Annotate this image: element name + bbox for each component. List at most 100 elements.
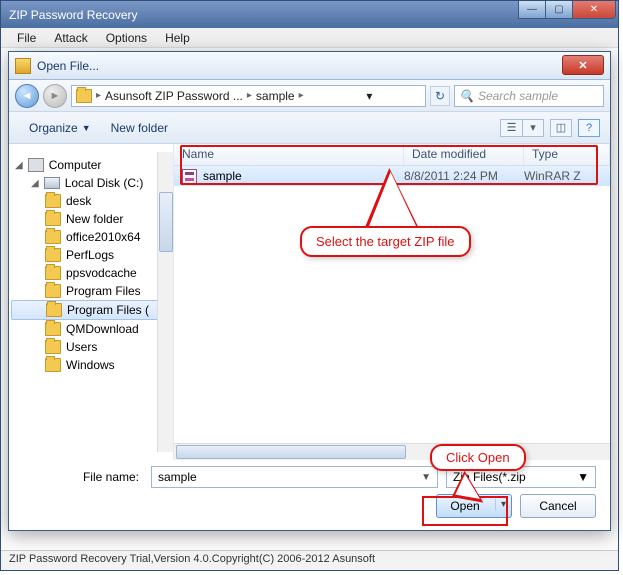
tree-computer[interactable]: ◢ Computer: [11, 156, 171, 174]
tree-label: Local Disk (C:): [65, 176, 144, 190]
filter-label: Zip Files(*.zip: [453, 470, 526, 484]
file-list[interactable]: Name Date modified Type sample 8/8/2011 2…: [174, 144, 610, 460]
folder-icon: [76, 89, 92, 103]
nav-forward-button[interactable]: ►: [43, 84, 67, 108]
open-label: Open: [450, 499, 479, 513]
breadcrumb[interactable]: ▸ Asunsoft ZIP Password ... ▸ sample ▸ ▾: [71, 85, 426, 107]
tree-expand-icon[interactable]: ◢: [31, 178, 39, 189]
folder-icon: [46, 303, 62, 317]
tree-label: Program Files: [66, 284, 141, 298]
refresh-button[interactable]: ↻: [430, 86, 450, 106]
chevron-down-icon: ▼: [82, 123, 91, 133]
dialog-title: Open File...: [37, 59, 99, 73]
chevron-down-icon: ▾: [522, 119, 544, 137]
tree-folder[interactable]: desk: [11, 192, 171, 210]
filename-input[interactable]: sample ▼: [151, 466, 438, 488]
organize-button[interactable]: Organize ▼: [19, 117, 101, 139]
dialog-toolbar: Organize ▼ New folder ☰ ▾ ◫ ?: [9, 112, 610, 144]
tree-folder[interactable]: New folder: [11, 210, 171, 228]
minimize-button[interactable]: —: [518, 1, 546, 19]
dialog-navbar: ◄ ► ▸ Asunsoft ZIP Password ... ▸ sample…: [9, 80, 610, 112]
list-header[interactable]: Name Date modified Type: [174, 144, 610, 166]
preview-pane-button[interactable]: ◫: [550, 119, 572, 137]
tree-label: Users: [66, 340, 97, 354]
tree-label: QMDownload: [66, 322, 139, 336]
chevron-down-icon[interactable]: ▼: [421, 472, 431, 483]
close-button[interactable]: ✕: [572, 1, 616, 19]
column-type[interactable]: Type: [524, 144, 610, 165]
dialog-footer: File name: sample ▼ Zip Files(*.zip ▼ Op…: [9, 460, 610, 530]
file-type: WinRAR Z: [524, 169, 581, 183]
tree-folder[interactable]: Windows: [11, 356, 171, 374]
folder-icon: [45, 248, 61, 262]
column-name[interactable]: Name: [174, 144, 404, 165]
chevron-down-icon[interactable]: ▼: [577, 470, 589, 484]
maximize-button[interactable]: ▢: [545, 1, 573, 19]
tree-label: Windows: [66, 358, 115, 372]
menu-options[interactable]: Options: [98, 29, 155, 47]
tree-folder[interactable]: ppsvodcache: [11, 264, 171, 282]
tree-label: PerfLogs: [66, 248, 114, 262]
archive-icon: [182, 169, 197, 184]
tree-label: ppsvodcache: [66, 266, 137, 280]
new-folder-button[interactable]: New folder: [101, 117, 178, 139]
cancel-button[interactable]: Cancel: [520, 494, 596, 518]
statusbar: ZIP Password Recovery Trial,Version 4.0.…: [1, 550, 618, 570]
folder-icon: [45, 322, 61, 336]
main-window-title: ZIP Password Recovery: [9, 8, 138, 22]
dialog-icon: [15, 58, 31, 74]
folder-icon: [45, 358, 61, 372]
folder-icon: [45, 340, 61, 354]
search-placeholder: Search sample: [478, 89, 558, 103]
file-name: sample: [203, 169, 242, 183]
tree-folder[interactable]: Program Files: [11, 282, 171, 300]
search-input[interactable]: 🔍 Search sample: [454, 85, 604, 107]
filetype-filter[interactable]: Zip Files(*.zip ▼: [446, 466, 596, 488]
tree-folder[interactable]: Users: [11, 338, 171, 356]
tree-folder[interactable]: QMDownload: [11, 320, 171, 338]
breadcrumb-segment[interactable]: Asunsoft ZIP Password ...: [105, 89, 243, 103]
tree-label: Computer: [49, 158, 102, 172]
view-list-icon: ☰: [500, 119, 522, 137]
list-hscrollbar[interactable]: [174, 443, 610, 460]
tree-folder[interactable]: Program Files (: [11, 300, 171, 320]
chevron-icon: ▸: [299, 90, 304, 101]
help-button[interactable]: ?: [578, 119, 600, 137]
drive-icon: [44, 177, 60, 189]
folder-icon: [45, 230, 61, 244]
folder-icon: [45, 212, 61, 226]
breadcrumb-segment[interactable]: sample: [256, 89, 295, 103]
dialog-close-button[interactable]: ✕: [562, 55, 604, 75]
main-titlebar[interactable]: ZIP Password Recovery — ▢ ✕: [1, 1, 618, 28]
menu-attack[interactable]: Attack: [46, 29, 95, 47]
breadcrumb-dropdown-icon[interactable]: ▾: [360, 89, 421, 103]
tree-scrollbar[interactable]: [157, 152, 173, 452]
list-row[interactable]: sample 8/8/2011 2:24 PMWinRAR Z: [174, 166, 610, 186]
view-mode-button[interactable]: ☰ ▾: [500, 119, 544, 137]
folder-icon: [45, 266, 61, 280]
nav-back-button[interactable]: ◄: [15, 84, 39, 108]
tree-drive[interactable]: ◢ Local Disk (C:): [11, 174, 171, 192]
dialog-titlebar[interactable]: Open File... ✕: [9, 52, 610, 80]
file-date: 8/8/2011 2:24 PM: [404, 169, 524, 183]
menu-file[interactable]: File: [9, 29, 44, 47]
search-icon: 🔍: [459, 89, 474, 103]
chevron-icon: ▸: [247, 90, 252, 101]
tree-folder[interactable]: PerfLogs: [11, 246, 171, 264]
open-file-dialog: Open File... ✕ ◄ ► ▸ Asunsoft ZIP Passwo…: [8, 51, 611, 531]
scrollbar-thumb[interactable]: [159, 192, 173, 252]
menu-help[interactable]: Help: [157, 29, 198, 47]
chevron-icon: ▸: [96, 90, 101, 101]
folder-tree[interactable]: ◢ Computer ◢ Local Disk (C:) desk New fol…: [9, 144, 174, 460]
folder-icon: [45, 194, 61, 208]
column-date[interactable]: Date modified: [404, 144, 524, 165]
filename-label: File name:: [23, 470, 143, 484]
tree-label: New folder: [66, 212, 123, 226]
tree-label: office2010x64: [66, 230, 141, 244]
folder-icon: [45, 284, 61, 298]
tree-label: desk: [66, 194, 91, 208]
open-button[interactable]: Open: [436, 494, 512, 518]
scrollbar-thumb[interactable]: [176, 445, 406, 459]
tree-expand-icon[interactable]: ◢: [15, 160, 23, 171]
tree-folder[interactable]: office2010x64: [11, 228, 171, 246]
